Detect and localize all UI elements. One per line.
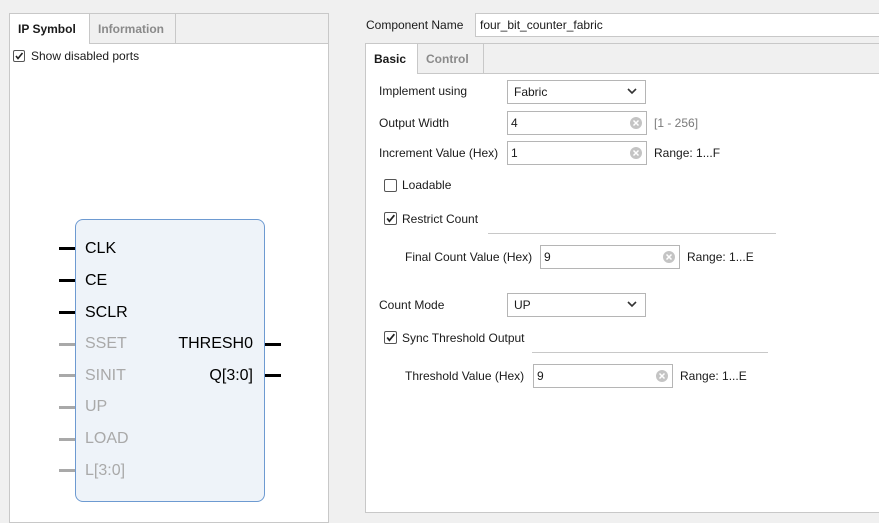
port-l: L[3:0]: [85, 462, 126, 479]
port-clk: CLK: [85, 240, 117, 257]
chevron-down-icon: [627, 301, 637, 308]
checkmark-icon: [15, 52, 24, 60]
increment-value-value: 1: [511, 146, 518, 160]
restrict-count-label: Restrict Count: [402, 212, 479, 226]
ip-symbol-panel: IP Symbol Information Show disabled port…: [9, 13, 329, 523]
sync-threshold-output-label: Sync Threshold Output: [402, 331, 525, 345]
final-count-value-value: 9: [544, 250, 551, 264]
checkmark-icon: [386, 214, 396, 223]
tab-ip-symbol[interactable]: IP Symbol: [10, 14, 90, 44]
port-pin-sset: [59, 343, 75, 346]
configuration-panel: Basic Control Implement using Fabric Out…: [365, 43, 879, 513]
final-count-value-label: Final Count Value (Hex): [405, 250, 533, 264]
show-disabled-ports-checkbox[interactable]: [13, 50, 25, 62]
port-pin-sinit: [59, 374, 75, 377]
show-disabled-ports-label: Show disabled ports: [31, 49, 140, 63]
increment-value-hint: Range: 1...F: [654, 146, 721, 160]
final-count-value-hint: Range: 1...E: [687, 250, 754, 264]
clear-icon[interactable]: [662, 250, 676, 264]
port-q: Q[3:0]: [209, 367, 253, 384]
port-sset: SSET: [85, 335, 127, 352]
port-pin-sclr: [59, 311, 75, 314]
output-width-value: 4: [511, 116, 518, 130]
sync-threshold-output-checkbox[interactable]: [384, 331, 397, 344]
checkmark-icon: [386, 333, 396, 342]
threshold-value-hint: Range: 1...E: [680, 369, 747, 383]
output-width-hint: [1 - 256]: [654, 116, 699, 130]
increment-value-label: Increment Value (Hex): [379, 146, 499, 160]
count-mode-select[interactable]: UP: [507, 293, 646, 317]
increment-value-input[interactable]: 1: [507, 141, 647, 165]
threshold-value-value: 9: [537, 369, 544, 383]
port-pin-thresh0: [265, 343, 281, 346]
loadable-label: Loadable: [402, 178, 452, 192]
port-up: UP: [85, 398, 108, 415]
port-thresh0: THRESH0: [178, 335, 253, 352]
port-pin-l: [59, 469, 75, 472]
ip-symbol-block: [75, 219, 265, 502]
tab-control[interactable]: Control: [418, 44, 484, 73]
port-pin-q: [265, 374, 281, 377]
restrict-count-divider: [488, 233, 776, 234]
component-name-field[interactable]: four_bit_counter_fabric: [475, 13, 879, 37]
chevron-down-icon: [627, 88, 637, 95]
port-pin-up: [59, 406, 75, 409]
tab-basic[interactable]: Basic: [366, 44, 418, 74]
final-count-value-input[interactable]: 9: [540, 245, 680, 269]
clear-icon[interactable]: [629, 146, 643, 160]
count-mode-label: Count Mode: [379, 298, 445, 312]
count-mode-value: UP: [514, 298, 531, 312]
right-tab-bar: Basic Control: [366, 44, 879, 74]
port-pin-clk: [59, 247, 75, 250]
threshold-value-label: Threshold Value (Hex): [405, 369, 525, 383]
port-sinit: SINIT: [85, 367, 126, 384]
left-tab-bar: IP Symbol Information: [10, 14, 328, 44]
port-pin-load: [59, 438, 75, 441]
restrict-count-checkbox[interactable]: [384, 212, 397, 225]
port-pin-ce: [59, 279, 75, 282]
port-ce: CE: [85, 272, 108, 289]
clear-icon[interactable]: [655, 369, 669, 383]
component-name-label: Component Name: [366, 18, 464, 32]
implement-using-value: Fabric: [514, 85, 548, 99]
clear-icon[interactable]: [629, 116, 643, 130]
implement-using-select[interactable]: Fabric: [507, 80, 646, 104]
tab-information[interactable]: Information: [90, 14, 176, 43]
output-width-label: Output Width: [379, 116, 450, 130]
port-load: LOAD: [85, 430, 129, 447]
threshold-value-input[interactable]: 9: [533, 364, 673, 388]
port-sclr: SCLR: [85, 304, 128, 321]
output-width-input[interactable]: 4: [507, 111, 647, 135]
loadable-checkbox[interactable]: [384, 179, 397, 192]
sync-threshold-divider: [532, 352, 768, 353]
implement-using-label: Implement using: [379, 84, 468, 98]
